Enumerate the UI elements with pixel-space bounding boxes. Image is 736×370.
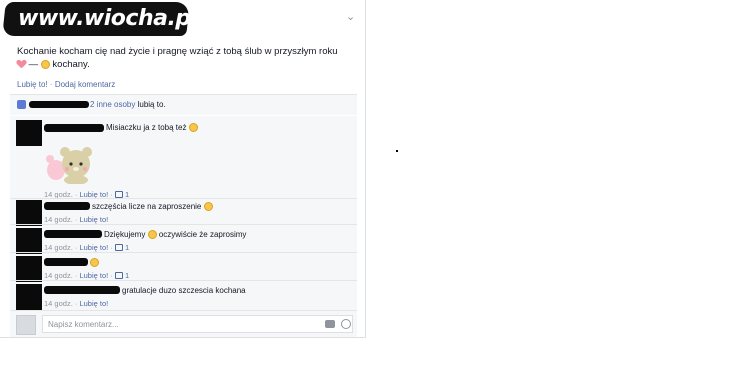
avatar[interactable] bbox=[16, 284, 42, 310]
like-link[interactable]: Lubię to! bbox=[17, 80, 48, 89]
divider bbox=[10, 252, 357, 253]
post-dash: — bbox=[26, 59, 41, 70]
divider bbox=[10, 198, 357, 199]
redacted-names bbox=[29, 101, 89, 108]
comment-meta: 14 godz. · Lubię to! bbox=[44, 215, 109, 224]
divider bbox=[10, 280, 357, 281]
thumb-up-icon bbox=[17, 100, 26, 109]
comment-like-link[interactable]: Lubię to! bbox=[79, 243, 108, 252]
comment-item: 14 godz. · Lubię to! · 1 bbox=[10, 256, 357, 282]
avatar bbox=[16, 315, 36, 335]
redacted-author bbox=[44, 202, 90, 210]
comment-text: Dziękujemy oczywiście że zaprosimy bbox=[104, 230, 247, 239]
post-actions: Lubię to! · Dodaj komentarz bbox=[17, 80, 115, 89]
avatar[interactable] bbox=[16, 200, 42, 226]
post-message: Kochanie kocham cię nad życie i pragnę w… bbox=[17, 45, 357, 71]
heart-emoji bbox=[17, 60, 26, 68]
avatar[interactable] bbox=[16, 256, 42, 282]
like-count[interactable]: 1 bbox=[125, 271, 129, 280]
redacted-author bbox=[44, 124, 104, 132]
comment-meta: 14 godz. · Lubię to! · 1 bbox=[44, 243, 130, 252]
add-comment-link[interactable]: Dodaj komentarz bbox=[55, 80, 115, 89]
likes-suffix: lubią to. bbox=[135, 100, 166, 109]
smile-emoji bbox=[40, 60, 50, 69]
likes-summary: 2 inne osoby lubią to. bbox=[10, 95, 357, 115]
smile-emoji bbox=[90, 258, 99, 267]
camera-icon[interactable] bbox=[325, 320, 335, 328]
watermark: www.wiocha.pl bbox=[2, 2, 198, 36]
comment-composer: Napisz komentarz... bbox=[10, 310, 357, 337]
comment-meta: 14 godz. · Lubię to! · 1 bbox=[44, 271, 130, 280]
like-count[interactable]: 1 bbox=[125, 243, 129, 252]
smile-emoji bbox=[203, 202, 213, 211]
bear-sticker bbox=[46, 147, 92, 184]
divider bbox=[10, 224, 357, 225]
smile-emoji bbox=[188, 123, 198, 132]
redacted-author bbox=[44, 286, 120, 294]
comment-text bbox=[90, 258, 99, 267]
avatar[interactable] bbox=[16, 228, 42, 254]
others-link[interactable]: 2 inne osoby bbox=[90, 100, 135, 109]
emoji-icon[interactable] bbox=[341, 319, 351, 329]
comment-input[interactable]: Napisz komentarz... bbox=[42, 315, 353, 333]
comment-text: Misiaczku ja z tobą też bbox=[106, 123, 198, 132]
comment-text: szczęścia licze na zaproszenie bbox=[92, 202, 213, 211]
stray-dot bbox=[396, 150, 398, 152]
post-line-2: kochany. bbox=[49, 59, 90, 70]
comment-text: gratulacje duzo szczescia kochana bbox=[122, 286, 246, 295]
comment-like-link[interactable]: Lubię to! bbox=[79, 271, 108, 280]
comment-item: szczęścia licze na zaproszenie 14 godz. … bbox=[10, 200, 357, 226]
thumb-up-icon bbox=[114, 191, 123, 198]
thumb-up-icon bbox=[114, 272, 123, 279]
smile-emoji bbox=[147, 230, 157, 239]
comment-meta: 14 godz. · Lubię to! bbox=[44, 299, 109, 308]
post-card: www.wiocha.pl ⌄ Kochanie kocham cię nad … bbox=[0, 0, 366, 338]
separator: · bbox=[47, 80, 55, 89]
redacted-author bbox=[44, 230, 102, 238]
likes-text: 2 inne osoby lubią to. bbox=[90, 100, 166, 109]
comment-placeholder: Napisz komentarz... bbox=[48, 320, 119, 329]
redacted-author bbox=[44, 258, 88, 266]
chevron-down-icon[interactable]: ⌄ bbox=[346, 10, 355, 23]
avatar[interactable] bbox=[16, 120, 42, 146]
comment-item: Dziękujemy oczywiście że zaprosimy 14 go… bbox=[10, 228, 357, 254]
comment-item: Misiaczku ja z tobą też 14 godz. · Lubię… bbox=[10, 120, 357, 200]
comment-like-link[interactable]: Lubię to! bbox=[79, 299, 108, 308]
comment-like-link[interactable]: Lubię to! bbox=[79, 215, 108, 224]
post-line-1: Kochanie kocham cię nad życie i pragnę w… bbox=[17, 46, 338, 57]
comments-list: Misiaczku ja z tobą też 14 godz. · Lubię… bbox=[10, 116, 357, 314]
watermark-text: www.wiocha.pl bbox=[18, 6, 198, 31]
thumb-up-icon bbox=[114, 244, 123, 251]
comment-item: gratulacje duzo szczescia kochana 14 god… bbox=[10, 284, 357, 310]
